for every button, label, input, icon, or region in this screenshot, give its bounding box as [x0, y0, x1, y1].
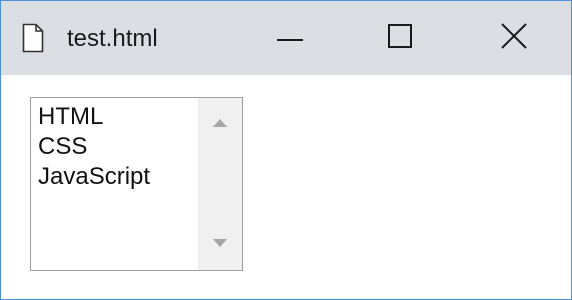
document-icon: [22, 23, 44, 53]
listbox-option-html[interactable]: HTML: [38, 102, 202, 132]
minimize-button[interactable]: [253, 1, 327, 75]
listbox-options: HTML CSS JavaScript: [38, 102, 202, 192]
close-icon: [501, 22, 527, 54]
page-content: HTML CSS JavaScript: [1, 75, 571, 299]
close-button[interactable]: [477, 1, 551, 75]
scroll-down-button[interactable]: [198, 228, 242, 258]
title-bar[interactable]: test.html: [1, 1, 571, 75]
window-title: test.html: [67, 25, 158, 52]
scroll-up-arrow-icon: [213, 114, 227, 132]
maximize-icon: [388, 23, 412, 53]
scroll-up-button[interactable]: [198, 108, 242, 138]
listbox-option-css[interactable]: CSS: [38, 132, 202, 162]
listbox-scrollbar[interactable]: [198, 98, 242, 270]
listbox-option-javascript[interactable]: JavaScript: [38, 162, 202, 192]
minimize-icon: [277, 29, 303, 47]
scroll-down-arrow-icon: [213, 234, 227, 252]
maximize-button[interactable]: [363, 1, 437, 75]
language-listbox[interactable]: HTML CSS JavaScript: [30, 97, 243, 271]
browser-window: test.html HTML CSS JavaScript: [0, 0, 572, 300]
